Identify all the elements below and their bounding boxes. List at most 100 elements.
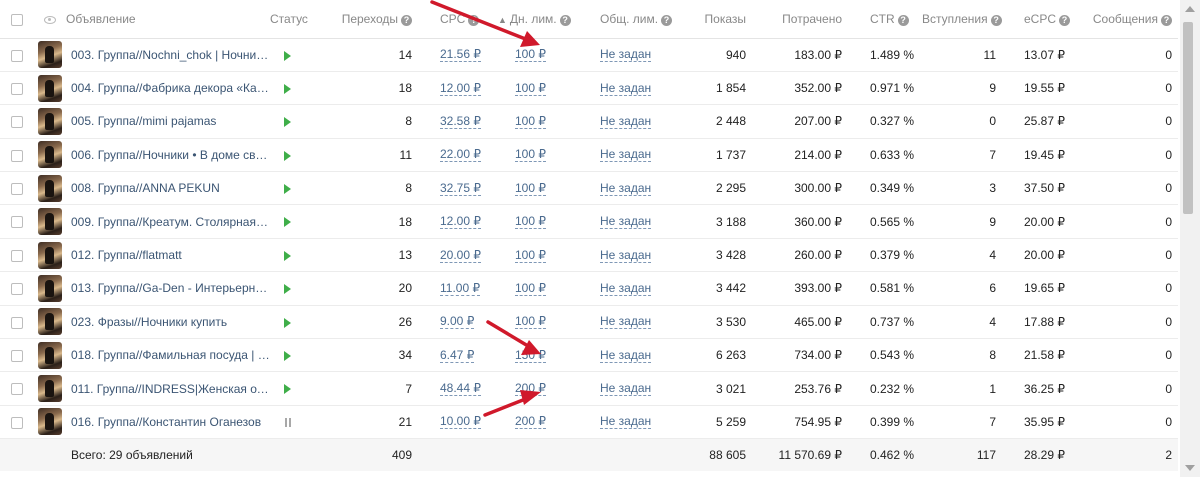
row-checkbox[interactable]	[11, 283, 23, 296]
ad-thumbnail[interactable]	[38, 141, 62, 169]
help-icon[interactable]: ?	[990, 14, 1002, 26]
column-header-ecpc[interactable]: eCPC?	[1004, 0, 1078, 39]
day-limit-value-link[interactable]: 100 ₽	[515, 114, 546, 129]
play-icon[interactable]	[284, 250, 291, 261]
pause-icon[interactable]	[284, 418, 292, 428]
day-limit-value-link[interactable]: 200 ₽	[515, 381, 546, 397]
row-select-cell[interactable]	[0, 204, 34, 239]
day-limit-value-link[interactable]: 100 ₽	[515, 81, 546, 96]
total-limit-value-link[interactable]: Не задан	[600, 147, 652, 163]
cpc-value-link[interactable]: 32.75 ₽	[440, 181, 481, 196]
day-limit-value-link[interactable]: 100 ₽	[515, 47, 546, 63]
day-limit-value-link[interactable]: 100 ₽	[515, 147, 546, 163]
ad-thumbnail[interactable]	[38, 341, 62, 369]
play-icon[interactable]	[284, 317, 291, 328]
table-row[interactable]: 011. Группа//INDRESS|Женская оде... 7 48…	[0, 371, 1178, 406]
column-header-joins[interactable]: Вступления?	[922, 0, 1004, 39]
row-select-cell[interactable]	[0, 371, 34, 406]
row-checkbox[interactable]	[11, 249, 23, 262]
total-limit-value-link[interactable]: Не задан	[600, 114, 652, 129]
day-limit-value-link[interactable]: 100 ₽	[515, 281, 546, 296]
ad-thumbnail[interactable]	[38, 408, 62, 436]
row-checkbox[interactable]	[11, 116, 23, 129]
row-select-cell[interactable]	[0, 338, 34, 373]
play-icon[interactable]	[284, 50, 291, 61]
cpc-value-link[interactable]: 22.00 ₽	[440, 147, 481, 163]
total-limit-value-link[interactable]: Не задан	[600, 47, 652, 63]
column-header-ad[interactable]: Объявление	[66, 0, 270, 39]
ad-thumbnail[interactable]	[38, 274, 62, 302]
table-row[interactable]: 023. Фразы//Ночники купить 26 9.00 ₽ 100…	[0, 305, 1178, 340]
total-limit-value-link[interactable]: Не задан	[600, 214, 652, 230]
day-limit-value-link[interactable]: 100 ₽	[515, 181, 546, 196]
table-row[interactable]: 005. Группа//mimi pajamas 8 32.58 ₽ 100 …	[0, 104, 1178, 139]
play-icon[interactable]	[284, 217, 291, 228]
help-icon[interactable]: ?	[897, 14, 909, 26]
scroll-down-arrow-icon[interactable]	[1185, 465, 1195, 471]
day-limit-value-link[interactable]: 100 ₽	[515, 248, 546, 263]
ad-name-link[interactable]: 023. Фразы//Ночники купить	[71, 315, 270, 329]
day-limit-value-link[interactable]: 100 ₽	[515, 214, 546, 230]
play-icon[interactable]	[284, 117, 291, 128]
row-checkbox[interactable]	[11, 383, 23, 396]
row-checkbox[interactable]	[11, 216, 23, 229]
status-cell[interactable]	[270, 38, 334, 72]
table-row[interactable]: 012. Группа//flatmatt 13 20.00 ₽ 100 ₽ Н…	[0, 238, 1178, 273]
ad-name-link[interactable]: 011. Группа//INDRESS|Женская оде...	[71, 382, 270, 396]
table-row[interactable]: 006. Группа//Ночники • В доме светло 11 …	[0, 138, 1178, 173]
ad-thumbnail[interactable]	[38, 174, 62, 202]
status-cell[interactable]	[270, 238, 334, 273]
day-limit-value-link[interactable]: 200 ₽	[515, 414, 546, 430]
scrollbar-thumb[interactable]	[1183, 22, 1193, 214]
column-header-ctr[interactable]: CTR?	[850, 0, 922, 39]
cpc-value-link[interactable]: 12.00 ₽	[440, 81, 481, 96]
ad-name-link[interactable]: 006. Группа//Ночники • В доме светло	[71, 148, 270, 162]
column-header-status[interactable]: Статус	[270, 0, 334, 39]
table-row[interactable]: 013. Группа//Ga-Den - Интерьерные... 20 …	[0, 271, 1178, 306]
ad-thumbnail[interactable]	[38, 41, 62, 69]
ad-thumbnail[interactable]	[38, 208, 62, 236]
column-header-messages[interactable]: Сообщения?	[1078, 0, 1178, 39]
total-limit-value-link[interactable]: Не задан	[600, 281, 652, 296]
total-limit-value-link[interactable]: Не задан	[600, 348, 652, 363]
row-select-cell[interactable]	[0, 305, 34, 340]
total-limit-value-link[interactable]: Не задан	[600, 381, 652, 397]
row-select-cell[interactable]	[0, 405, 34, 440]
row-checkbox[interactable]	[11, 350, 23, 363]
total-limit-value-link[interactable]: Не задан	[600, 314, 652, 330]
cpc-value-link[interactable]: 6.47 ₽	[440, 348, 475, 363]
play-icon[interactable]	[284, 284, 291, 295]
cpc-value-link[interactable]: 21.56 ₽	[440, 47, 481, 63]
total-limit-value-link[interactable]: Не задан	[600, 81, 652, 96]
status-cell[interactable]	[270, 271, 334, 306]
ad-name-link[interactable]: 018. Группа//Фамильная посуда | П...	[71, 348, 270, 362]
table-row[interactable]: 009. Группа//Креатум. Столярная м... 18 …	[0, 204, 1178, 239]
status-cell[interactable]	[270, 371, 334, 406]
help-icon[interactable]: ?	[661, 14, 673, 26]
table-row[interactable]: 008. Группа//ANNA PEKUN 8 32.75 ₽ 100 ₽ …	[0, 171, 1178, 206]
ad-thumbnail[interactable]	[38, 241, 62, 269]
row-checkbox[interactable]	[11, 316, 23, 329]
row-select-cell[interactable]	[0, 138, 34, 173]
play-icon[interactable]	[284, 384, 291, 395]
help-icon[interactable]: ?	[401, 14, 412, 26]
row-select-cell[interactable]	[0, 271, 34, 306]
row-select-cell[interactable]	[0, 104, 34, 139]
cpc-value-link[interactable]: 48.44 ₽	[440, 381, 481, 397]
play-icon[interactable]	[284, 351, 291, 362]
cpc-value-link[interactable]: 32.58 ₽	[440, 114, 481, 129]
ad-name-link[interactable]: 012. Группа//flatmatt	[71, 248, 270, 262]
status-cell[interactable]	[270, 405, 334, 440]
column-header-impressions[interactable]: Показы	[680, 0, 754, 39]
row-checkbox[interactable]	[11, 82, 23, 95]
status-cell[interactable]	[270, 171, 334, 206]
total-limit-value-link[interactable]: Не задан	[600, 181, 652, 196]
help-icon[interactable]: ?	[1059, 14, 1071, 26]
row-select-cell[interactable]	[0, 171, 34, 206]
help-icon[interactable]: ?	[559, 14, 571, 26]
row-checkbox[interactable]	[11, 149, 23, 162]
status-cell[interactable]	[270, 338, 334, 373]
status-cell[interactable]	[270, 138, 334, 173]
ad-thumbnail[interactable]	[38, 74, 62, 102]
cpc-value-link[interactable]: 20.00 ₽	[440, 248, 481, 263]
